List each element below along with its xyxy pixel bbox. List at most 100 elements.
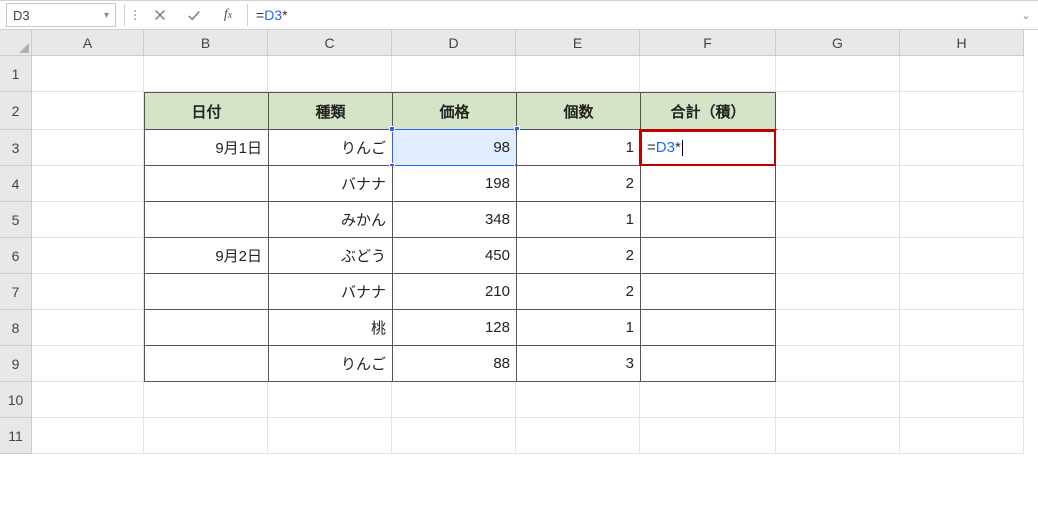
cell-E9[interactable]: 3 <box>516 346 640 382</box>
cell-H2[interactable] <box>900 92 1024 130</box>
grid[interactable]: 日付 種類 価格 個数 合計（積） 9月1日 りんご 98 <box>32 56 1024 454</box>
row-header-2[interactable]: 2 <box>0 92 32 130</box>
cell-A8[interactable] <box>32 310 144 346</box>
cell-B1[interactable] <box>144 56 268 92</box>
cell-F7[interactable] <box>640 274 776 310</box>
cell-D3-referenced[interactable]: 98 <box>392 130 516 166</box>
cell-F6[interactable] <box>640 238 776 274</box>
cancel-icon[interactable] <box>143 1 177 29</box>
cell-E4[interactable]: 2 <box>516 166 640 202</box>
cell-B4[interactable] <box>144 166 268 202</box>
cell-H8[interactable] <box>900 310 1024 346</box>
cell-D6[interactable]: 450 <box>392 238 516 274</box>
cell-B7[interactable] <box>144 274 268 310</box>
cell-E3[interactable]: 1 <box>516 130 640 166</box>
cell-C9[interactable]: りんご <box>268 346 392 382</box>
cell-C10[interactable] <box>268 382 392 418</box>
cell-C8[interactable]: 桃 <box>268 310 392 346</box>
cell-B8[interactable] <box>144 310 268 346</box>
cell-B6[interactable]: 9月2日 <box>144 238 268 274</box>
cell-B3[interactable]: 9月1日 <box>144 130 268 166</box>
cell-G10[interactable] <box>776 382 900 418</box>
cell-E8[interactable]: 1 <box>516 310 640 346</box>
table-header-qty[interactable]: 個数 <box>516 92 640 130</box>
cell-H4[interactable] <box>900 166 1024 202</box>
cell-B11[interactable] <box>144 418 268 454</box>
column-header-E[interactable]: E <box>516 30 640 56</box>
cell-G1[interactable] <box>776 56 900 92</box>
cell-A7[interactable] <box>32 274 144 310</box>
table-header-total[interactable]: 合計（積） <box>640 92 776 130</box>
cell-H6[interactable] <box>900 238 1024 274</box>
chevron-down-icon[interactable]: ▾ <box>104 10 109 21</box>
cell-A4[interactable] <box>32 166 144 202</box>
cell-E5[interactable]: 1 <box>516 202 640 238</box>
cell-D4[interactable]: 198 <box>392 166 516 202</box>
cell-G7[interactable] <box>776 274 900 310</box>
cell-D8[interactable]: 128 <box>392 310 516 346</box>
cell-D11[interactable] <box>392 418 516 454</box>
cell-F5[interactable] <box>640 202 776 238</box>
cell-A1[interactable] <box>32 56 144 92</box>
cell-H1[interactable] <box>900 56 1024 92</box>
cell-B10[interactable] <box>144 382 268 418</box>
expand-formula-bar-icon[interactable]: ⌄ <box>1014 9 1038 22</box>
row-header-11[interactable]: 11 <box>0 418 32 454</box>
column-header-A[interactable]: A <box>32 30 144 56</box>
cell-D9[interactable]: 88 <box>392 346 516 382</box>
cell-E10[interactable] <box>516 382 640 418</box>
cell-G6[interactable] <box>776 238 900 274</box>
column-header-G[interactable]: G <box>776 30 900 56</box>
cell-H7[interactable] <box>900 274 1024 310</box>
cell-D7[interactable]: 210 <box>392 274 516 310</box>
cell-H11[interactable] <box>900 418 1024 454</box>
enter-icon[interactable] <box>177 1 211 29</box>
formula-input[interactable]: =D3* <box>250 7 1014 23</box>
cell-D10[interactable] <box>392 382 516 418</box>
row-header-7[interactable]: 7 <box>0 274 32 310</box>
cell-E6[interactable]: 2 <box>516 238 640 274</box>
cell-G9[interactable] <box>776 346 900 382</box>
row-header-10[interactable]: 10 <box>0 382 32 418</box>
cell-B5[interactable] <box>144 202 268 238</box>
cell-A5[interactable] <box>32 202 144 238</box>
cell-A9[interactable] <box>32 346 144 382</box>
cell-C7[interactable]: バナナ <box>268 274 392 310</box>
column-header-H[interactable]: H <box>900 30 1024 56</box>
cell-F9[interactable] <box>640 346 776 382</box>
cell-C1[interactable] <box>268 56 392 92</box>
table-header-type[interactable]: 種類 <box>268 92 392 130</box>
row-header-9[interactable]: 9 <box>0 346 32 382</box>
cell-G4[interactable] <box>776 166 900 202</box>
cell-E11[interactable] <box>516 418 640 454</box>
cell-F4[interactable] <box>640 166 776 202</box>
cell-C11[interactable] <box>268 418 392 454</box>
row-header-3[interactable]: 3 <box>0 130 32 166</box>
cell-F3-active[interactable]: =D3* <box>640 130 776 166</box>
cell-A11[interactable] <box>32 418 144 454</box>
table-header-price[interactable]: 価格 <box>392 92 516 130</box>
cell-G3[interactable] <box>776 130 900 166</box>
cell-G5[interactable] <box>776 202 900 238</box>
cell-H3[interactable] <box>900 130 1024 166</box>
cell-B9[interactable] <box>144 346 268 382</box>
table-header-date[interactable]: 日付 <box>144 92 268 130</box>
cell-H9[interactable] <box>900 346 1024 382</box>
cell-D5[interactable]: 348 <box>392 202 516 238</box>
cell-F1[interactable] <box>640 56 776 92</box>
column-header-D[interactable]: D <box>392 30 516 56</box>
cell-F10[interactable] <box>640 382 776 418</box>
cell-E1[interactable] <box>516 56 640 92</box>
cell-C6[interactable]: ぶどう <box>268 238 392 274</box>
cell-A6[interactable] <box>32 238 144 274</box>
select-all-corner[interactable] <box>0 30 32 56</box>
column-header-B[interactable]: B <box>144 30 268 56</box>
cell-C5[interactable]: みかん <box>268 202 392 238</box>
cell-H10[interactable] <box>900 382 1024 418</box>
cell-A2[interactable] <box>32 92 144 130</box>
cell-A10[interactable] <box>32 382 144 418</box>
cell-G8[interactable] <box>776 310 900 346</box>
column-header-F[interactable]: F <box>640 30 776 56</box>
cell-F8[interactable] <box>640 310 776 346</box>
cell-H5[interactable] <box>900 202 1024 238</box>
